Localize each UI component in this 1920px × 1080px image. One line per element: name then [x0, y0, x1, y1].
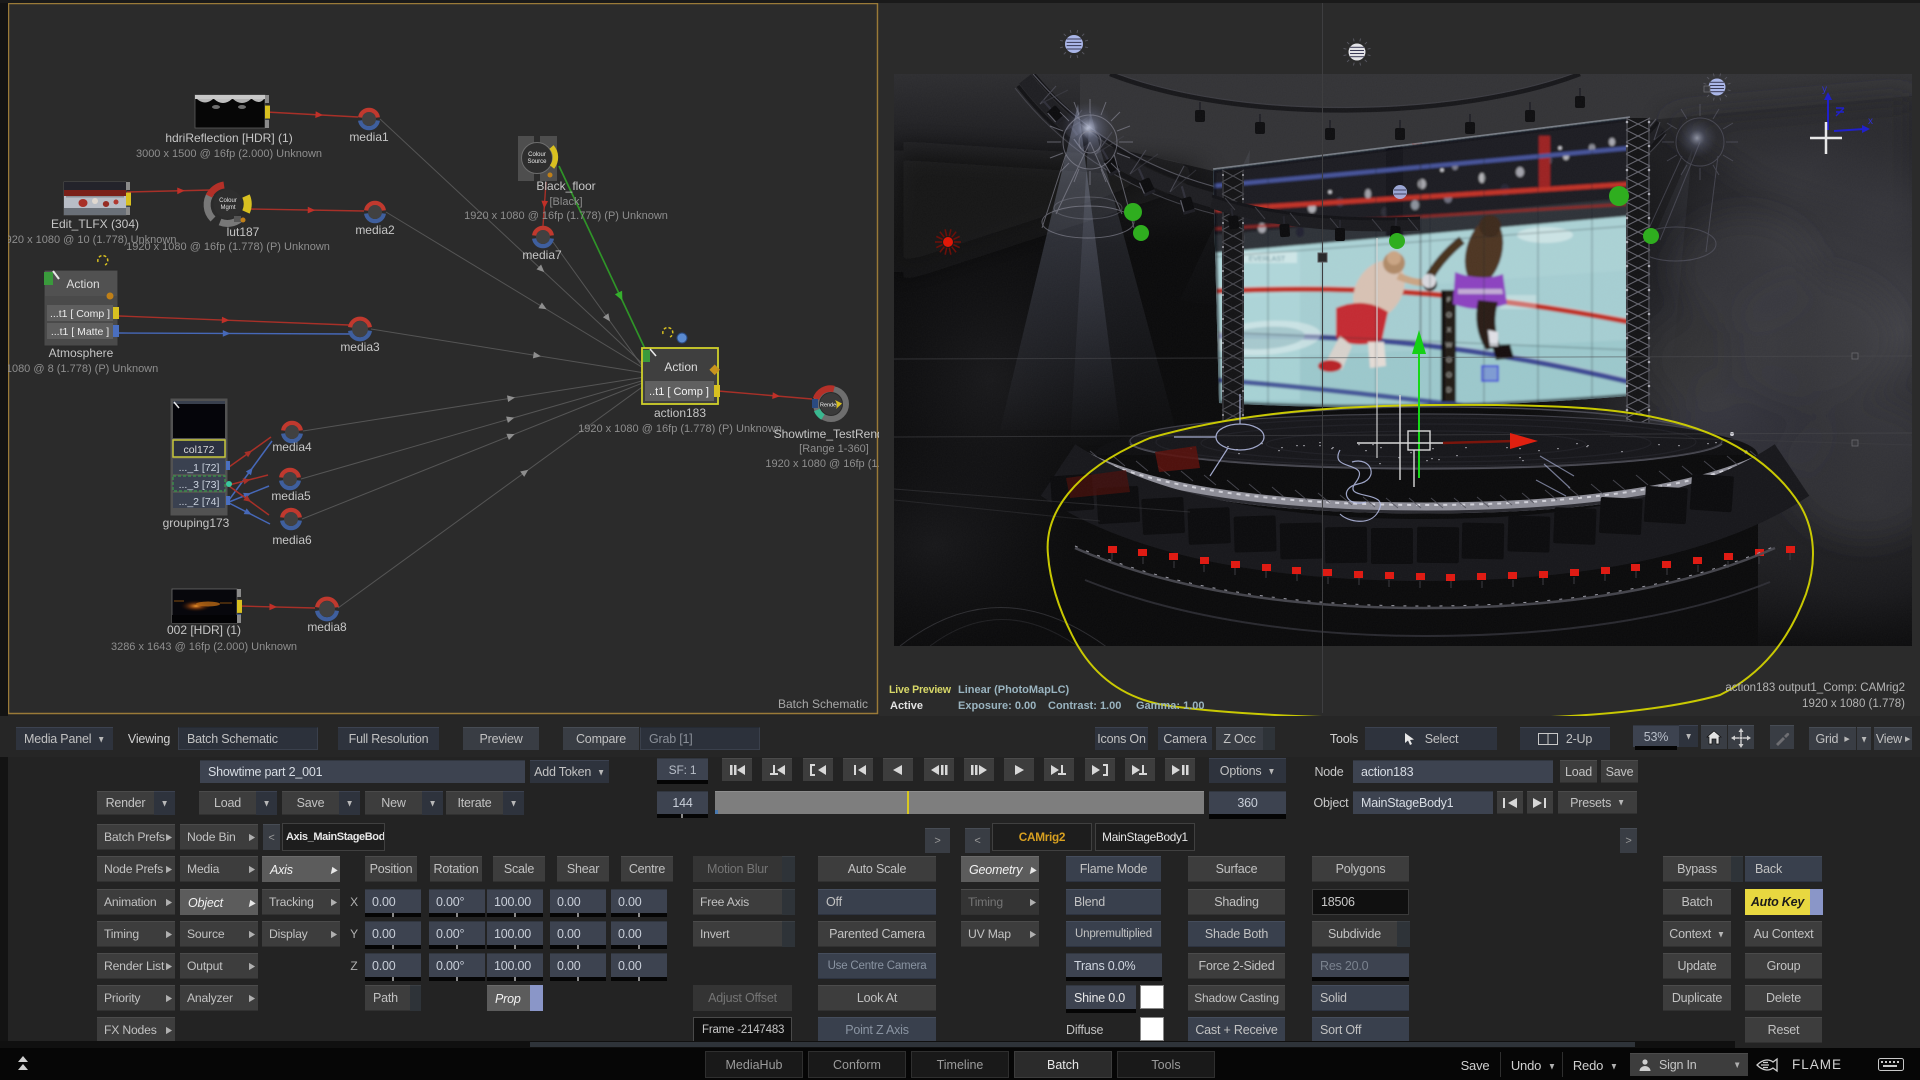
- svg-text:Action: Action: [66, 277, 99, 291]
- svg-text:1920 x 1080 @ 16fp (1.778) (P): 1920 x 1080 @ 16fp (1.778) (P) Unknown: [578, 423, 782, 435]
- svg-text:hdriReflection [HDR] (1): hdriReflection [HDR] (1): [165, 131, 292, 145]
- svg-text:grouping173: grouping173: [163, 516, 230, 530]
- svg-text:col172: col172: [184, 444, 215, 456]
- svg-text:media4: media4: [272, 440, 312, 454]
- svg-text:3000 x 1500 @ 16fp (2.000) Un: 3000 x 1500 @ 16fp (2.000) Unknown: [136, 148, 322, 160]
- svg-text:Batch Schematic: Batch Schematic: [778, 697, 868, 711]
- svg-text:Gamma: 1.00: Gamma: 1.00: [1136, 700, 1204, 712]
- svg-text:media5: media5: [271, 489, 311, 503]
- svg-text:..t1 [ Comp ]: ..t1 [ Comp ]: [649, 386, 709, 398]
- svg-text:...t1 [ Comp ]: ...t1 [ Comp ]: [50, 308, 110, 320]
- svg-text:Exposure: 0.00: Exposure: 0.00: [958, 700, 1036, 712]
- svg-text:media6: media6: [272, 533, 312, 547]
- svg-text:Atmosphere: Atmosphere: [49, 346, 114, 360]
- svg-text:media3: media3: [340, 340, 380, 354]
- svg-text:[Black]: [Black]: [549, 196, 582, 208]
- svg-text:y: y: [1822, 84, 1827, 95]
- svg-text:1920 x 1080 (1.778): 1920 x 1080 (1.778): [1802, 698, 1905, 710]
- svg-text:..._3 [73]: ..._3 [73]: [179, 479, 220, 491]
- svg-text:action183 output1_Comp: CAMrig: action183 output1_Comp: CAMrig2: [1725, 682, 1905, 694]
- svg-text:3840 x 1080 @ 8 (1.778) (P) Un: 3840 x 1080 @ 8 (1.778) (P) Unknown: [0, 363, 158, 375]
- svg-text:media2: media2: [355, 223, 395, 237]
- svg-text:..._2 [74]: ..._2 [74]: [179, 496, 220, 508]
- svg-text:002 [HDR] (1): 002 [HDR] (1): [167, 623, 241, 637]
- svg-text:...t1 [ Matte ]: ...t1 [ Matte ]: [51, 326, 109, 338]
- svg-text:Render: Render: [820, 403, 838, 409]
- svg-text:media7: media7: [522, 248, 562, 262]
- svg-text:Black_floor: Black_floor: [536, 179, 595, 193]
- svg-text:Live Preview: Live Preview: [889, 684, 952, 696]
- svg-text:Edit_TLFX (304): Edit_TLFX (304): [51, 217, 139, 231]
- svg-text:media1: media1: [349, 130, 389, 144]
- svg-text:action183: action183: [654, 406, 706, 420]
- svg-text:Showtime_TestRender: Showtime_TestRender: [774, 427, 895, 441]
- svg-text:Action: Action: [664, 360, 697, 374]
- svg-text:Contrast: 1.00: Contrast: 1.00: [1048, 700, 1121, 712]
- svg-text:Active: Active: [890, 700, 923, 712]
- svg-text:lut187: lut187: [227, 225, 260, 239]
- svg-text:..._1 [72]: ..._1 [72]: [179, 462, 220, 474]
- svg-text:[Range 1-360]: [Range 1-360]: [799, 443, 869, 455]
- svg-text:1920 x 1080 @ 16fp (1.778) (P): 1920 x 1080 @ 16fp (1.778) (P) Unknown: [464, 210, 668, 222]
- svg-text:x: x: [1868, 116, 1873, 127]
- svg-text:Mgmt: Mgmt: [221, 205, 236, 211]
- svg-text:Colour: Colour: [219, 198, 237, 204]
- svg-text:3286 x 1643 @ 16fp (2.000) Un: 3286 x 1643 @ 16fp (2.000) Unknown: [111, 641, 297, 653]
- svg-text:1920 x 1080 @ 16fp (1.778) (P): 1920 x 1080 @ 16fp (1.778) (P) Unknown: [126, 241, 330, 253]
- svg-text:media8: media8: [307, 620, 347, 634]
- svg-text:Colour: Colour: [528, 152, 546, 158]
- svg-text:Linear (PhotoMapLC): Linear (PhotoMapLC): [958, 684, 1070, 696]
- svg-text:Source: Source: [527, 159, 547, 165]
